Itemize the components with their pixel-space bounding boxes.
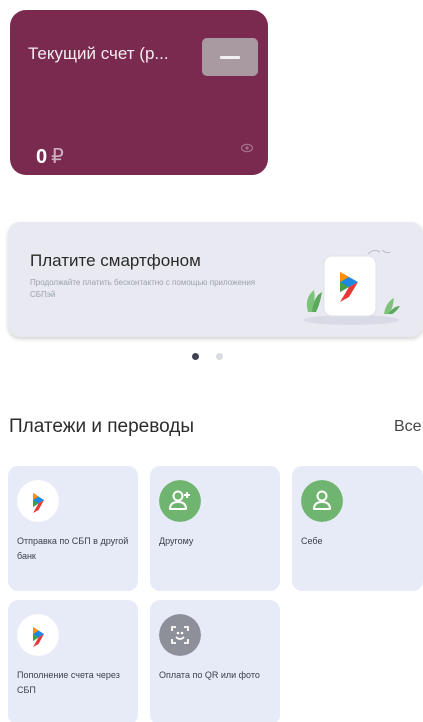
account-card[interactable]: Текущий счет (р... 0 ₽ [10,10,268,175]
tile-topup-sbp[interactable]: Пополнение счета через СБП [8,600,138,722]
account-balance: 0 ₽ [36,144,64,169]
tile-to-self[interactable]: Себе [292,466,423,591]
tile-label: Пополнение счета через СБП [17,670,120,695]
tile-to-other[interactable]: Другому [150,466,280,591]
person-icon [301,480,343,522]
banner-subtitle: Продолжайте платить бесконтактно с помощ… [30,278,256,299]
tile-label: Себе [301,536,323,546]
currency-symbol: ₽ [51,146,64,168]
see-all-link[interactable]: Все [394,418,422,436]
person-add-icon [159,480,201,522]
card-chip-icon [202,38,258,76]
qr-scan-icon [159,614,201,656]
tile-sbp-transfer[interactable]: Отправка по СБП в другой банк [8,466,138,591]
carousel-dot-inactive[interactable] [216,353,223,360]
tile-label: Другому [159,536,194,546]
tile-qr-payment[interactable]: Оплата по QR или фото [150,600,280,722]
tile-label: Оплата по QR или фото [159,670,260,680]
sbp-logo-icon [17,480,59,522]
balance-amount: 0 [36,146,48,168]
eye-icon[interactable] [241,143,253,153]
promo-banner[interactable]: Платите смартфоном Продолжайте платить б… [8,222,423,337]
carousel-pagination [192,353,228,361]
sbpay-phone-illustration [303,249,400,325]
sbp-logo-icon [17,614,59,656]
payments-section-title: Платежи и переводы [9,416,194,437]
carousel-dot-active[interactable] [192,353,199,360]
banner-title: Платите смартфоном [30,251,201,270]
account-title: Текущий счет (р... [28,44,169,63]
tile-label: Отправка по СБП в другой банк [17,536,129,561]
